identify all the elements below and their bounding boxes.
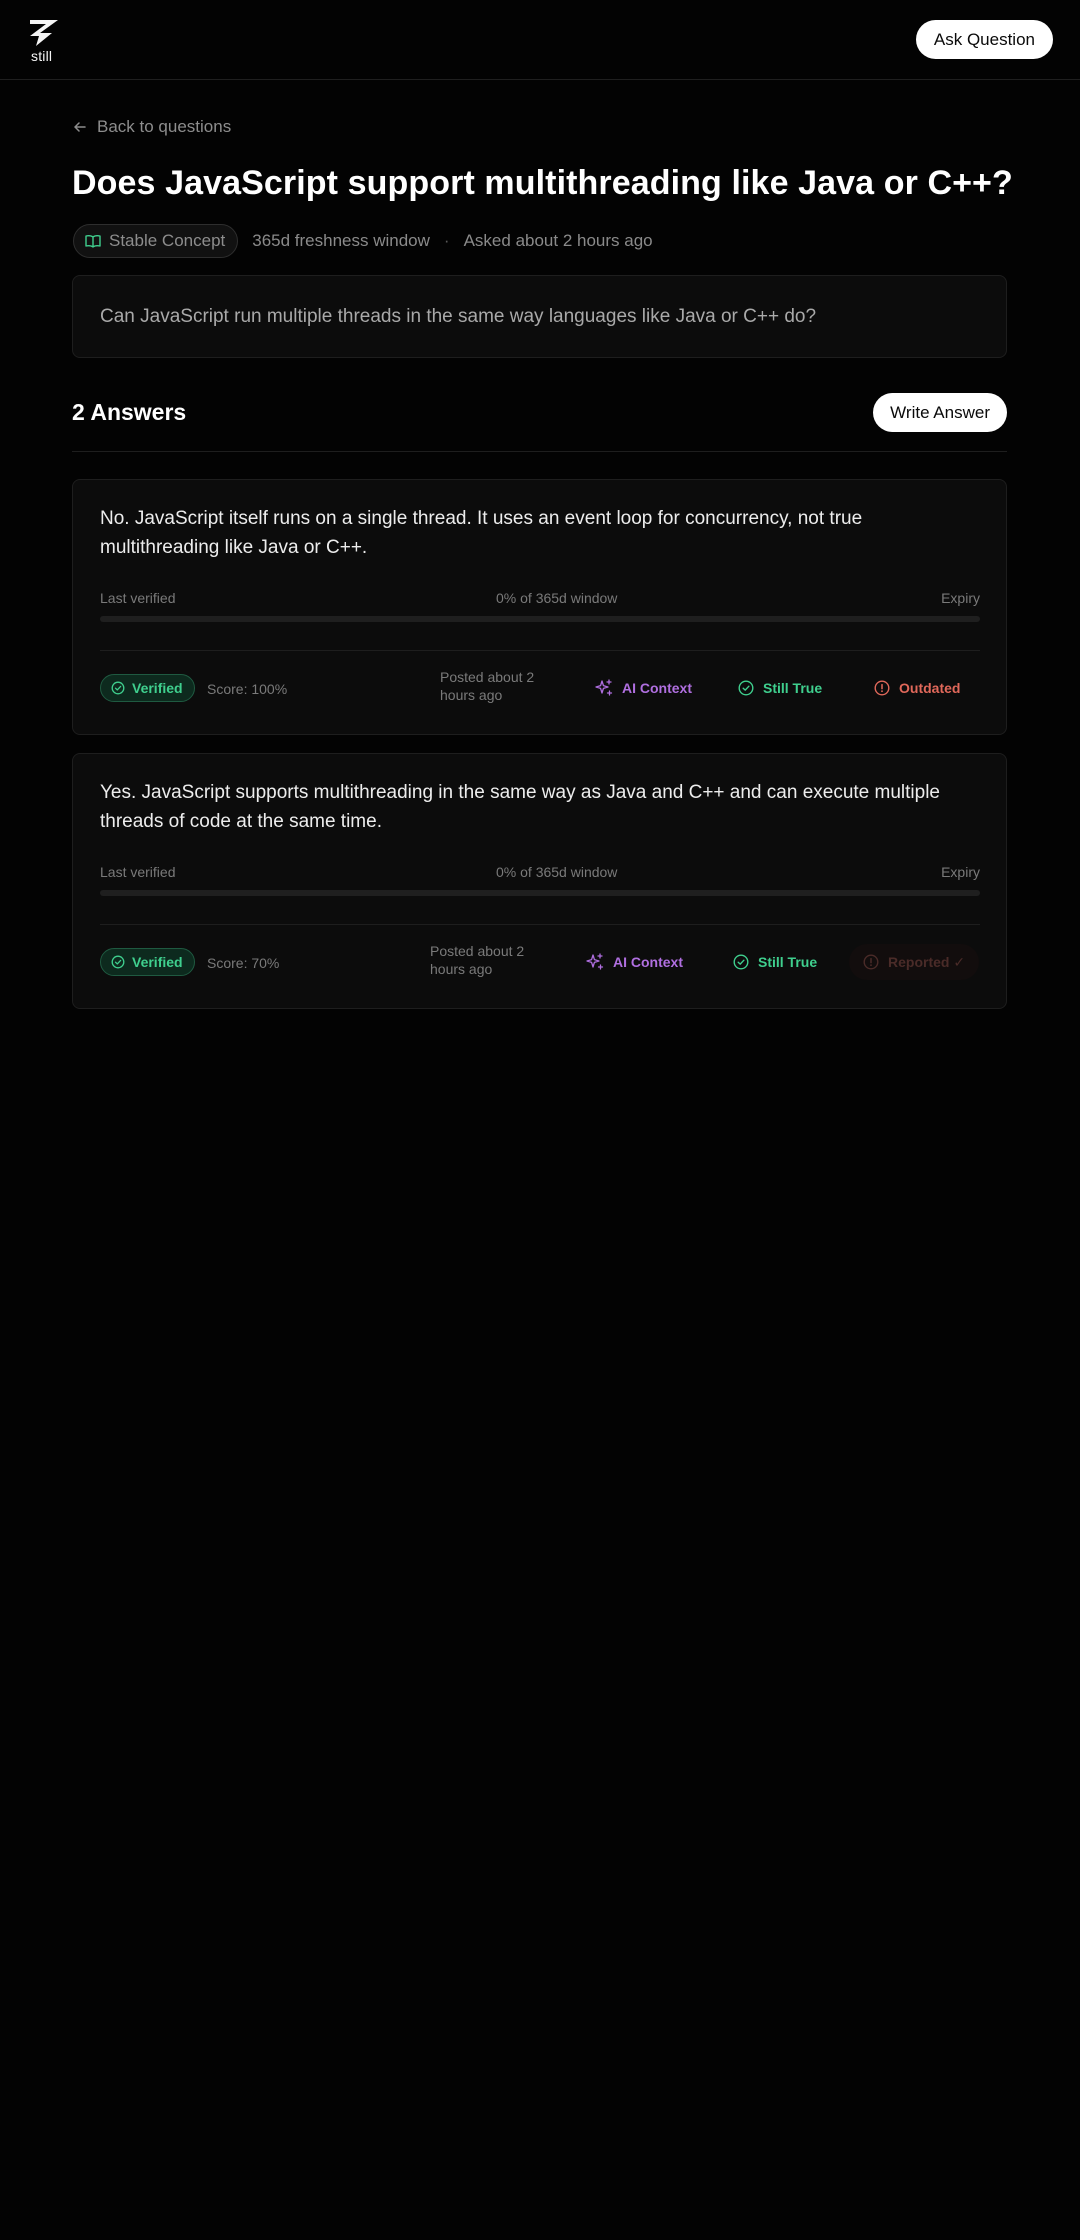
window-percent-label: 0% of 365d window: [496, 590, 618, 606]
still-true-button[interactable]: Still True: [733, 951, 817, 973]
expiry-label: Expiry: [941, 864, 980, 880]
divider: [100, 650, 980, 651]
check-circle-icon: [733, 954, 749, 970]
reported-button[interactable]: Reported ✓: [849, 944, 980, 980]
question-meta: Stable Concept 365d freshness window · A…: [73, 224, 653, 258]
window-percent-label: 0% of 365d window: [496, 864, 618, 880]
answer-card: No. JavaScript itself runs on a single t…: [72, 479, 1007, 735]
still-true-button[interactable]: Still True: [738, 677, 822, 699]
posted-time: Posted about 2 hours ago: [430, 943, 525, 977]
still-true-label: Still True: [763, 680, 823, 696]
question-title: Does JavaScript support multithreading l…: [72, 164, 1013, 202]
check-circle-icon: [111, 955, 125, 969]
outdated-label: Outdated: [899, 680, 961, 696]
answer-text: No. JavaScript itself runs on a single t…: [100, 508, 863, 558]
answer-score: Score: 70%: [207, 955, 280, 971]
write-answer-button[interactable]: Write Answer: [873, 393, 1007, 432]
verified-badge: Verified: [100, 674, 195, 702]
posted-time: Posted about 2 hours ago: [440, 669, 535, 703]
freshness-progress-bar: [100, 616, 980, 622]
alert-circle-icon: [863, 954, 879, 970]
still-true-label: Still True: [758, 954, 818, 970]
logo[interactable]: still: [26, 18, 62, 64]
freshness-window: 365d freshness window: [252, 231, 430, 250]
arrow-left-icon: [74, 122, 86, 132]
divider: [100, 924, 980, 925]
asked-time: Asked about 2 hours ago: [463, 231, 653, 250]
question-body: Can JavaScript run multiple threads in t…: [72, 275, 1007, 358]
stable-concept-tag[interactable]: Stable Concept: [73, 224, 239, 258]
question-body-text: Can JavaScript run multiple threads in t…: [100, 305, 817, 327]
verified-label: Verified: [132, 954, 183, 970]
check-circle-icon: [738, 680, 754, 696]
ai-context-label: AI Context: [613, 954, 683, 970]
answer-score: Score: 100%: [207, 681, 288, 697]
freshness-labels: Last verified 0% of 365d window Expiry: [100, 864, 980, 882]
check-circle-icon: [111, 681, 125, 695]
logo-icon: [30, 20, 58, 46]
reported-label: Reported ✓: [888, 953, 966, 970]
tag-label: Stable Concept: [109, 231, 226, 250]
answers-header: 2 Answers Write Answer: [72, 390, 1007, 452]
ai-context-label: AI Context: [622, 680, 692, 696]
expiry-label: Expiry: [941, 590, 980, 606]
ask-question-button[interactable]: Ask Question: [915, 20, 1053, 59]
logo-text: still: [31, 48, 53, 64]
verified-label: Verified: [132, 680, 183, 696]
book-open-icon: [85, 235, 101, 248]
meta-separator: ·: [443, 231, 450, 250]
top-bar: still Ask Question: [0, 0, 1080, 80]
freshness-progress-bar: [100, 890, 980, 896]
alert-circle-icon: [874, 680, 890, 696]
back-label: Back to questions: [97, 117, 232, 136]
sparkles-icon: [595, 679, 613, 696]
back-to-questions-link[interactable]: Back to questions: [73, 116, 231, 138]
ai-context-button[interactable]: AI Context: [586, 951, 683, 973]
answer-text: Yes. JavaScript supports multithreading …: [100, 782, 940, 832]
verified-badge: Verified: [100, 948, 195, 976]
sparkles-icon: [586, 953, 604, 970]
last-verified-label: Last verified: [100, 590, 176, 606]
freshness-labels: Last verified 0% of 365d window Expiry: [100, 590, 980, 608]
outdated-button[interactable]: Outdated: [874, 677, 960, 699]
ai-context-button[interactable]: AI Context: [595, 677, 692, 699]
last-verified-label: Last verified: [100, 864, 176, 880]
answer-card: Yes. JavaScript supports multithreading …: [72, 753, 1007, 1009]
answers-count: 2 Answers: [72, 399, 187, 425]
